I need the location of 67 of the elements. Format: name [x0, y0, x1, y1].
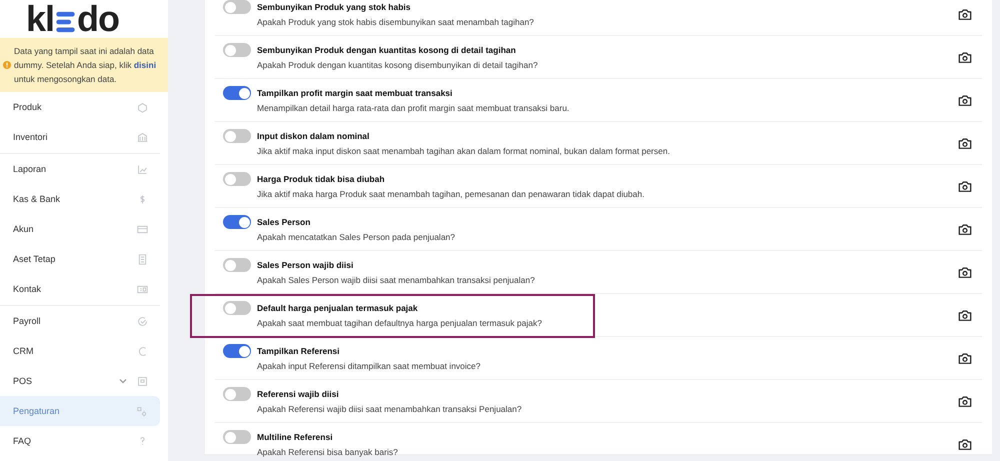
- setting-title: Default harga penjualan termasuk pajak: [257, 302, 419, 314]
- clear-data-link[interactable]: disini: [134, 60, 156, 70]
- toggle-switch[interactable]: [223, 43, 251, 57]
- setting-description: Apakah Referensi bisa banyak baris?: [257, 446, 399, 458]
- camera-icon[interactable]: [958, 50, 972, 64]
- toggle-switch[interactable]: [223, 301, 251, 315]
- setting-description: Jika aktif maka input diskon saat menambah tagihan akan dalam format nominal, bukan dalam format persen.: [257, 144, 671, 156]
- camera-icon[interactable]: [958, 352, 972, 364]
- warning-icon: [3, 61, 11, 69]
- menu-item[interactable]: Laporan: [0, 154, 160, 184]
- camera-icon[interactable]: [958, 8, 972, 20]
- setting-description: Menampilkan detail harga rata-rata dan profit margin saat membuat transaksi baru.: [257, 102, 570, 114]
- camera-icon[interactable]: [958, 222, 972, 236]
- chart-icon: [137, 164, 148, 174]
- contact-card-icon: [137, 284, 148, 294]
- setting-description: Apakah saat membuat tagihan defaultnya harga penjualan termasuk pajak?: [257, 316, 543, 328]
- list-icon: [137, 254, 148, 264]
- setting-title: Tampilkan Referensi: [257, 344, 341, 356]
- setting-description: Apakah mencatatkan Sales Person pada penjualan?: [257, 230, 456, 242]
- notice-text: Data yang tampil saat ini adalah data dummy. Setelah Anda siap, klik disini untuk mengosongkan data.: [14, 45, 158, 86]
- camera-icon[interactable]: [958, 266, 972, 278]
- setting-title: Input diskon dalam nominal: [257, 130, 370, 142]
- logo-text: kl: [26, 1, 54, 37]
- menu-item[interactable]: CRM: [0, 336, 160, 366]
- menu-item[interactable]: Produk: [0, 92, 160, 122]
- menu-item[interactable]: FAQ: [0, 426, 160, 456]
- setting-title: Referensi wajib diisi: [257, 388, 340, 400]
- toggle-switch[interactable]: [223, 215, 251, 229]
- setting-title: Sales Person: [257, 216, 312, 228]
- setting-description: Jika aktif maka harga Produk saat menambah tagihan, pemesanan dan penawaran tidak dapat diubah.: [257, 188, 646, 200]
- setting-title: Sembunyikan Produk yang stok habis: [257, 0, 412, 12]
- menu-item[interactable]: Inventori: [0, 122, 160, 152]
- setting-description: Apakah Produk dengan kuantitas kosong disembunyikan di detail tagihan?: [257, 58, 539, 70]
- menu-item[interactable]: Akun: [0, 214, 160, 244]
- setting-title: Tampilkan profit margin saat membuat transaksi: [257, 86, 454, 98]
- setting-description: Apakah input Referensi ditampilkan saat membuat invoice?: [257, 360, 482, 372]
- toggle-switch[interactable]: [223, 387, 251, 401]
- building-icon: [137, 132, 148, 142]
- logo-text: do: [77, 1, 120, 37]
- camera-icon[interactable]: [958, 394, 972, 408]
- setting-description: Apakah Produk yang stok habis disembunyikan saat menambah tagihan?: [257, 16, 535, 28]
- camera-icon[interactable]: [958, 136, 972, 150]
- camera-icon[interactable]: [958, 438, 972, 450]
- menu-item[interactable]: Kas & Bank: [0, 184, 160, 214]
- logo-bars-icon: [55, 11, 76, 33]
- camera-icon[interactable]: [958, 180, 972, 192]
- toggle-switch[interactable]: [223, 344, 251, 358]
- toggle-switch[interactable]: [223, 86, 251, 100]
- setting-title: Multiline Referensi: [257, 430, 334, 442]
- camera-icon[interactable]: [958, 308, 972, 322]
- toggle-switch[interactable]: [223, 258, 251, 272]
- setting-title: Sembunyikan Produk dengan kuantitas kosong di detail tagihan: [257, 44, 517, 56]
- setting-title: Sales Person wajib diisi: [257, 258, 354, 270]
- setting-description: Apakah Sales Person wajib diisi saat menambahkan transaksi penjualan?: [257, 274, 536, 286]
- toggle-switch[interactable]: [223, 129, 251, 143]
- toggle-switch[interactable]: [223, 0, 251, 14]
- menu-item[interactable]: Kontak: [0, 274, 160, 304]
- menu-item[interactable]: Aset Tetap: [0, 244, 160, 274]
- menu-item[interactable]: Payroll: [0, 306, 160, 336]
- toggle-switch[interactable]: [223, 172, 251, 186]
- menu-item[interactable]: POS: [0, 366, 160, 396]
- setting-title: Harga Produk tidak bisa diubah: [257, 172, 386, 184]
- card-icon: [137, 224, 148, 234]
- camera-icon[interactable]: [958, 94, 972, 106]
- arc-icon: [137, 346, 148, 356]
- toggle-switch[interactable]: [223, 430, 251, 444]
- setting-description: Apakah Referensi wajib diisi saat menambahkan transaksi Penjualan?: [257, 402, 523, 414]
